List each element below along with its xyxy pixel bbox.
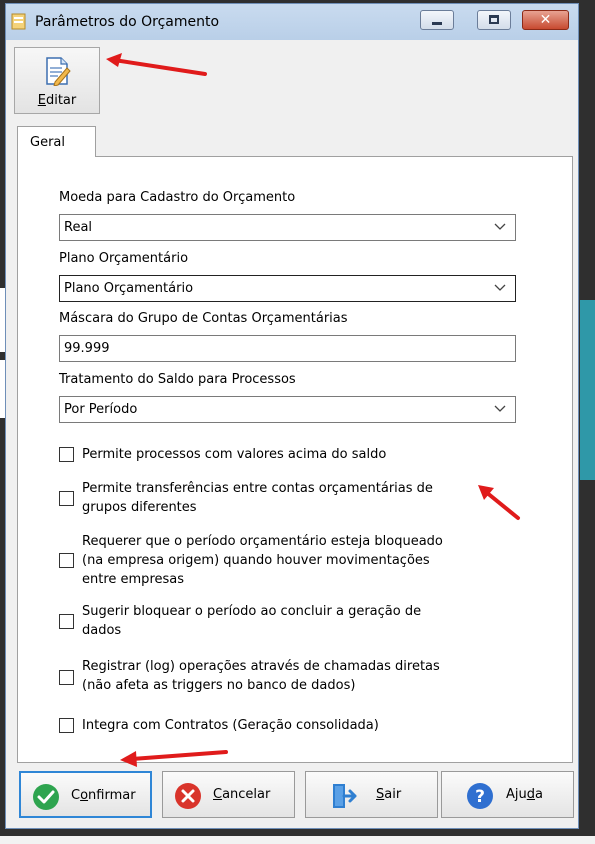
tratamento-value: Por Período bbox=[64, 402, 138, 417]
plano-value: Plano Orçamentário bbox=[64, 281, 194, 296]
annotation-arrow bbox=[120, 750, 228, 767]
checkbox-box[interactable] bbox=[59, 447, 74, 462]
close-icon: ✕ bbox=[539, 12, 552, 28]
tratamento-label: Tratamento do Saldo para Processos bbox=[59, 372, 296, 387]
checkbox-box[interactable] bbox=[59, 491, 74, 506]
button-bar: Confirmar Cancelar Sair ? Ajuda bbox=[9, 764, 577, 828]
checkbox-label-line: Registrar (log) operações através de cha… bbox=[82, 659, 440, 674]
checkbox-box[interactable] bbox=[59, 614, 74, 629]
chevron-down-icon bbox=[494, 284, 506, 291]
checkbox-label-line: dados bbox=[82, 623, 122, 638]
svg-text:?: ? bbox=[475, 787, 485, 807]
edit-document-icon bbox=[46, 57, 71, 86]
tab-strip: Geral bbox=[17, 126, 573, 157]
edit-button[interactable]: Editar bbox=[14, 47, 100, 114]
minimize-button[interactable] bbox=[420, 10, 454, 30]
close-button[interactable]: ✕ bbox=[522, 10, 569, 30]
app-icon bbox=[11, 13, 26, 30]
checkbox-label-line: Integra com Contratos (Geração consolida… bbox=[82, 718, 379, 733]
exit-door-icon bbox=[333, 784, 357, 808]
chevron-down-icon bbox=[494, 405, 506, 412]
edit-button-label: Editar bbox=[37, 93, 77, 108]
checkbox-label-line: (na empresa origem) quando houver movime… bbox=[82, 553, 430, 568]
tab-panel-geral: Moeda para Cadastro do Orçamento Real Pl… bbox=[17, 156, 573, 763]
annotation-arrow bbox=[106, 53, 207, 76]
ajuda-button[interactable]: ? Ajuda bbox=[441, 771, 574, 818]
mascara-input[interactable]: 99.999 bbox=[59, 335, 516, 362]
window-title: Parâmetros do Orçamento bbox=[35, 14, 220, 30]
checkbox-label: Requerer que o período orçamentário este… bbox=[82, 532, 532, 589]
minimize-icon bbox=[432, 22, 442, 25]
checkbox-label-line: Permite transferências entre contas orça… bbox=[82, 481, 433, 496]
moeda-value: Real bbox=[64, 220, 93, 235]
check-circle-icon bbox=[33, 784, 59, 810]
checkbox-label-line: Sugerir bloquear o período ao concluir a… bbox=[82, 604, 422, 619]
plano-select[interactable]: Plano Orçamentário bbox=[59, 275, 516, 302]
x-circle-icon bbox=[175, 783, 201, 809]
mascara-label: Máscara do Grupo de Contas Orçamentárias bbox=[59, 311, 348, 326]
toolbar: Editar bbox=[9, 44, 577, 118]
checkbox-label-line: entre empresas bbox=[82, 572, 185, 587]
confirmar-button[interactable]: Confirmar bbox=[19, 771, 152, 818]
tab-geral[interactable]: Geral bbox=[17, 126, 96, 157]
sair-button[interactable]: Sair bbox=[305, 771, 438, 818]
checkbox-label-line: (não afeta as triggers no banco de dados… bbox=[82, 678, 356, 693]
confirmar-label: Confirmar bbox=[71, 788, 136, 803]
chevron-down-icon bbox=[494, 223, 506, 230]
checkbox-label: Permite processos com valores acima do s… bbox=[82, 445, 532, 464]
background-strip bbox=[0, 836, 595, 844]
title-bar[interactable]: Parâmetros do Orçamento ✕ bbox=[6, 4, 578, 40]
tratamento-select[interactable]: Por Período bbox=[59, 396, 516, 423]
plano-label: Plano Orçamentário bbox=[59, 251, 189, 266]
checkbox-label: Integra com Contratos (Geração consolida… bbox=[82, 716, 532, 735]
moeda-label: Moeda para Cadastro do Orçamento bbox=[59, 190, 296, 205]
dialog-window: Parâmetros do Orçamento ✕ Editar Geral M… bbox=[5, 3, 579, 829]
checkbox-box[interactable] bbox=[59, 553, 74, 568]
checkbox-box[interactable] bbox=[59, 718, 74, 733]
cancelar-button[interactable]: Cancelar bbox=[162, 771, 295, 818]
checkbox-label-line: Requerer que o período orçamentário este… bbox=[82, 534, 443, 549]
cancelar-label: Cancelar bbox=[213, 787, 271, 802]
checkbox-label: Sugerir bloquear o período ao concluir a… bbox=[82, 602, 532, 640]
checkbox-label: Permite transferências entre contas orça… bbox=[82, 479, 532, 517]
sair-label: Sair bbox=[376, 787, 402, 802]
maximize-button[interactable] bbox=[477, 10, 511, 30]
maximize-icon bbox=[489, 15, 499, 24]
checkbox-label-line: grupos diferentes bbox=[82, 500, 197, 515]
mascara-value: 99.999 bbox=[64, 341, 110, 356]
checkbox-box[interactable] bbox=[59, 670, 74, 685]
tab-geral-label: Geral bbox=[30, 135, 65, 150]
help-circle-icon: ? bbox=[467, 783, 493, 809]
annotation-arrow bbox=[478, 485, 520, 520]
moeda-select[interactable]: Real bbox=[59, 214, 516, 241]
ajuda-label: Ajuda bbox=[506, 787, 543, 802]
checkbox-label: Registrar (log) operações através de cha… bbox=[82, 657, 532, 695]
background-decoration bbox=[580, 300, 595, 480]
checkbox-label-line: Permite processos com valores acima do s… bbox=[82, 447, 387, 462]
